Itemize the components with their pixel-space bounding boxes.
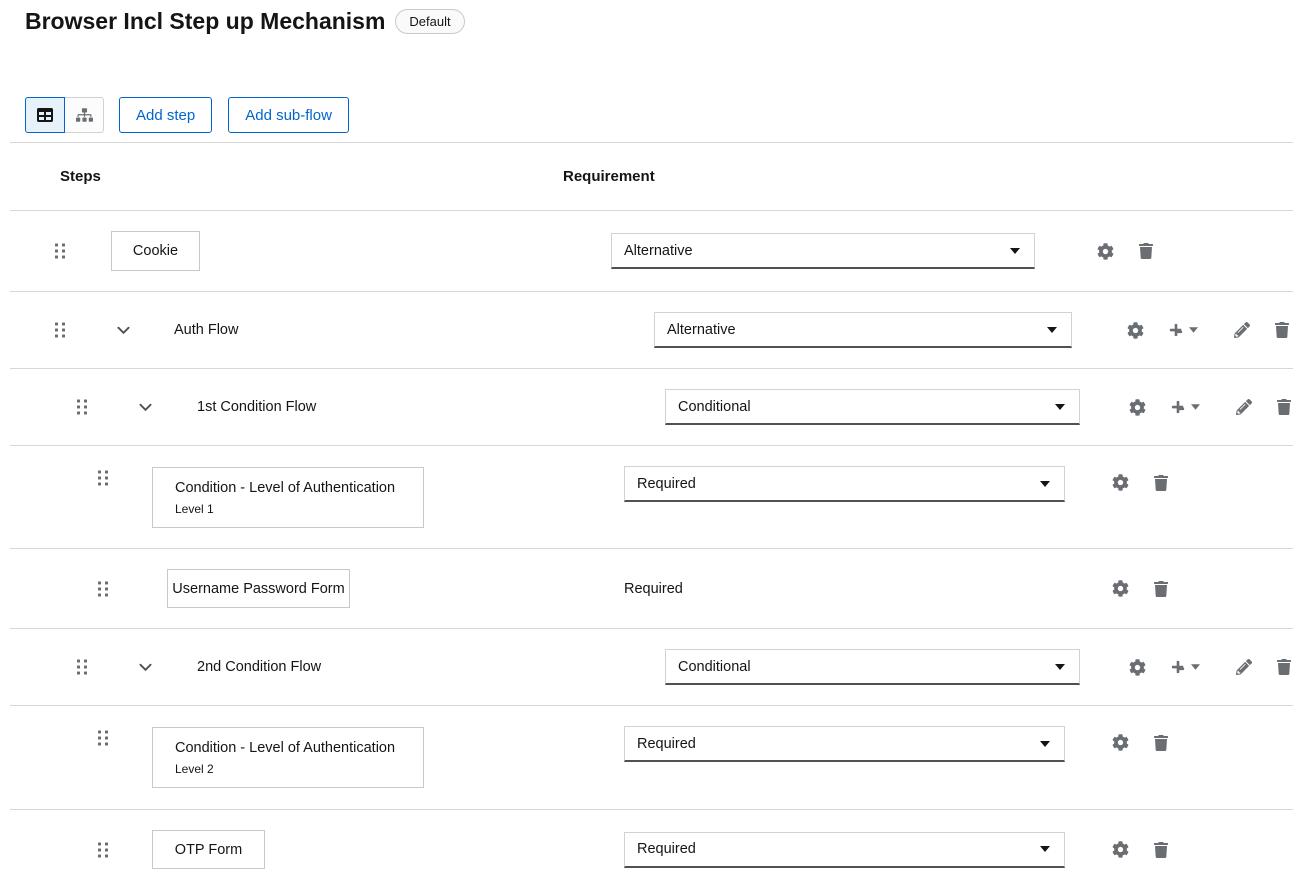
chevron-down-icon[interactable] [137, 399, 153, 415]
diagram-view-icon [76, 108, 93, 122]
view-toggle-group [25, 97, 104, 133]
caret-down-icon [1010, 248, 1020, 254]
column-header-requirement: Requirement [563, 168, 655, 185]
diagram-view-toggle[interactable] [64, 97, 104, 133]
toolbar: Add step Add sub-flow [25, 97, 349, 133]
trash-icon[interactable] [1154, 581, 1168, 597]
step-sublabel: Level 2 [175, 762, 214, 776]
caret-down-icon [1191, 404, 1200, 410]
gear-icon[interactable] [1129, 659, 1146, 676]
gear-icon[interactable] [1112, 580, 1129, 597]
table-row: Condition - Level of Authentication Leve… [10, 445, 1293, 548]
drag-handle-icon[interactable] [75, 658, 89, 676]
trash-icon[interactable] [1154, 735, 1168, 751]
page-title: Browser Incl Step up Mechanism [25, 8, 385, 35]
table-row: 2nd Condition Flow Conditional [10, 628, 1293, 705]
caret-down-icon [1040, 481, 1050, 487]
step-box-condition: Condition - Level of Authentication Leve… [152, 727, 424, 788]
trash-icon[interactable] [1139, 243, 1153, 259]
caret-down-icon [1047, 327, 1057, 333]
gear-icon[interactable] [1112, 734, 1129, 751]
requirement-select[interactable]: Conditional [665, 389, 1080, 425]
trash-icon[interactable] [1154, 842, 1168, 858]
flow-label: 2nd Condition Flow [197, 659, 321, 675]
requirement-select[interactable]: Required [624, 832, 1065, 868]
trash-icon[interactable] [1277, 399, 1291, 415]
plus-icon [1171, 400, 1185, 414]
drag-handle-icon[interactable] [53, 321, 67, 339]
add-step-button[interactable]: Add step [119, 97, 212, 133]
step-box-otp: OTP Form [152, 830, 265, 869]
table-row: OTP Form Required [10, 809, 1293, 889]
table-view-icon [37, 107, 53, 123]
pencil-icon[interactable] [1234, 322, 1250, 338]
column-header-steps: Steps [60, 168, 101, 185]
add-step-dropdown-button[interactable] [1171, 660, 1200, 674]
add-step-dropdown-button[interactable] [1169, 323, 1198, 337]
drag-handle-icon[interactable] [96, 580, 110, 598]
plus-icon [1169, 323, 1183, 337]
requirement-select[interactable]: Alternative [611, 233, 1035, 269]
caret-down-icon [1055, 664, 1065, 670]
requirement-select[interactable]: Conditional [665, 649, 1080, 685]
requirement-select[interactable]: Required [624, 466, 1065, 502]
gear-icon[interactable] [1112, 474, 1129, 491]
step-box-username-password: Username Password Form [167, 569, 350, 608]
add-step-dropdown-button[interactable] [1171, 400, 1200, 414]
add-subflow-button[interactable]: Add sub-flow [228, 97, 349, 133]
step-box-condition: Condition - Level of Authentication Leve… [152, 467, 424, 528]
chevron-down-icon[interactable] [137, 659, 153, 675]
step-sublabel: Level 1 [175, 502, 214, 516]
table-row: Auth Flow Alternative [10, 291, 1293, 368]
trash-icon[interactable] [1154, 475, 1168, 491]
chevron-down-icon[interactable] [115, 322, 131, 338]
flow-label: Auth Flow [174, 322, 238, 338]
table-view-toggle[interactable] [25, 97, 65, 133]
pencil-icon[interactable] [1236, 399, 1252, 415]
step-box-cookie: Cookie [111, 231, 200, 271]
requirement-text: Required [624, 581, 683, 597]
page-header: Browser Incl Step up Mechanism Default [25, 8, 465, 35]
caret-down-icon [1040, 846, 1050, 852]
auth-flow-table: Steps Requirement Cookie Alternative [10, 142, 1293, 889]
caret-down-icon [1055, 404, 1065, 410]
drag-handle-icon[interactable] [75, 398, 89, 416]
drag-handle-icon[interactable] [96, 469, 110, 487]
table-row: Username Password Form Required [10, 548, 1293, 628]
gear-icon[interactable] [1097, 243, 1114, 260]
table-row: Cookie Alternative [10, 210, 1293, 291]
drag-handle-icon[interactable] [53, 242, 67, 260]
table-header-row: Steps Requirement [10, 142, 1293, 210]
pencil-icon[interactable] [1236, 659, 1252, 675]
default-badge: Default [395, 9, 464, 34]
requirement-select[interactable]: Alternative [654, 312, 1072, 348]
gear-icon[interactable] [1129, 399, 1146, 416]
drag-handle-icon[interactable] [96, 729, 110, 747]
gear-icon[interactable] [1127, 322, 1144, 339]
requirement-select[interactable]: Required [624, 726, 1065, 762]
table-row: Condition - Level of Authentication Leve… [10, 705, 1293, 809]
plus-icon [1171, 660, 1185, 674]
table-row: 1st Condition Flow Conditional [10, 368, 1293, 445]
caret-down-icon [1191, 664, 1200, 670]
caret-down-icon [1189, 327, 1198, 333]
flow-label: 1st Condition Flow [197, 399, 316, 415]
caret-down-icon [1040, 741, 1050, 747]
drag-handle-icon[interactable] [96, 841, 110, 859]
trash-icon[interactable] [1275, 322, 1289, 338]
gear-icon[interactable] [1112, 841, 1129, 858]
trash-icon[interactable] [1277, 659, 1291, 675]
